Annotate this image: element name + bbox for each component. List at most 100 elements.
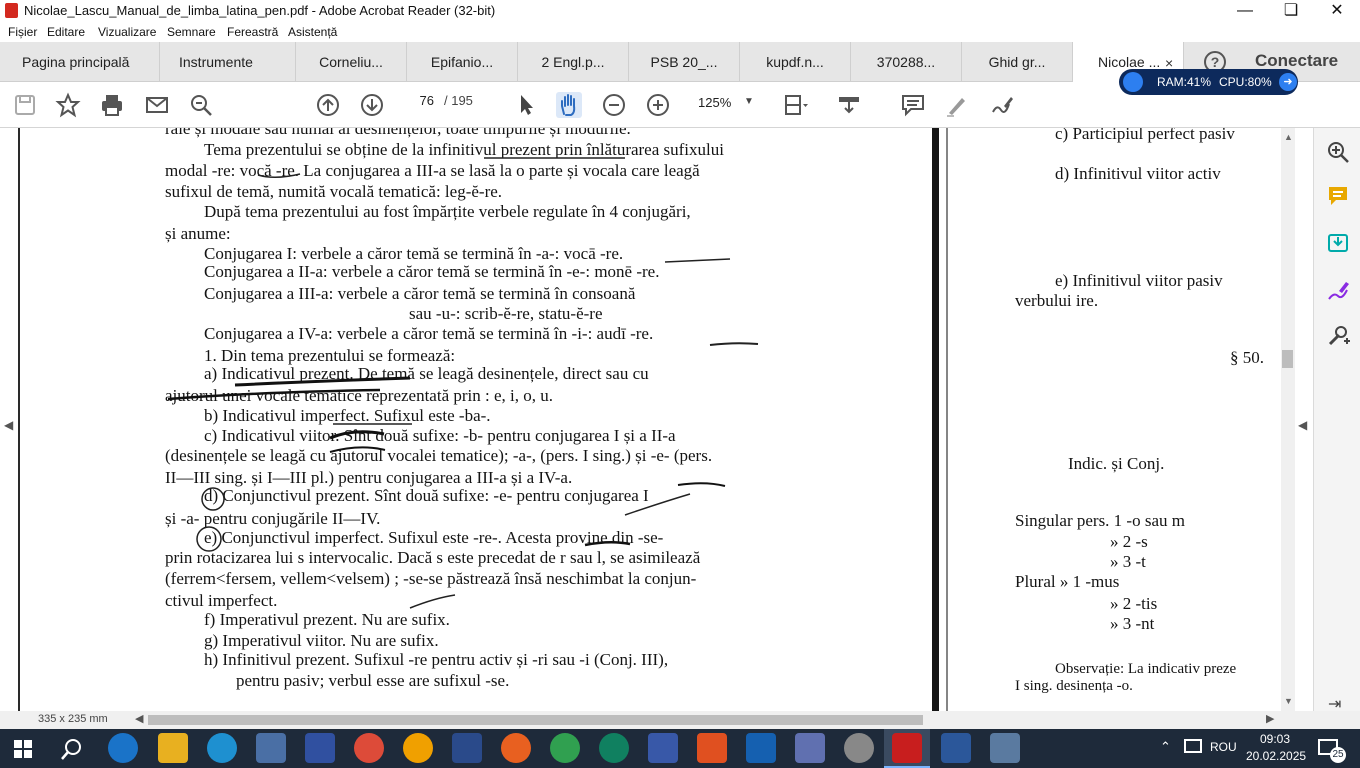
sign-in-button[interactable]: Conectare: [1255, 51, 1338, 71]
next-page-icon[interactable]: [359, 92, 385, 118]
menu-bar: Fișier Editare Vizualizare Semnare Ferea…: [0, 22, 1360, 42]
export-pdf-icon[interactable]: [1326, 231, 1350, 260]
tab-document[interactable]: 2 Engl.p...: [518, 42, 629, 82]
network-icon[interactable]: [1184, 739, 1202, 753]
fill-sign-icon[interactable]: [989, 92, 1015, 118]
text-line: Observație: La indicativ preze: [1055, 661, 1237, 677]
tab-document[interactable]: 370288...: [851, 42, 962, 82]
app-icon[interactable]: [305, 733, 335, 763]
menu-help[interactable]: Asistență: [288, 25, 337, 39]
scroll-down-icon[interactable]: ▼: [1284, 696, 1293, 706]
file-explorer-icon[interactable]: [158, 733, 188, 763]
chrome-browser-icon[interactable]: [354, 733, 384, 763]
menu-view[interactable]: Vizualizare: [98, 25, 156, 39]
cpu-usage: CPU:80%: [1219, 75, 1272, 89]
acrobat-app-icon: [5, 3, 18, 18]
bookmark-star-icon[interactable]: [55, 92, 81, 118]
menu-window[interactable]: Fereastră: [227, 25, 278, 39]
save-icon[interactable]: [12, 92, 38, 118]
text-line: Indic. și Conj.: [1068, 454, 1165, 473]
scrollbar-thumb[interactable]: [1282, 350, 1293, 368]
scroll-left-icon[interactable]: ◀: [135, 712, 143, 725]
menu-edit[interactable]: Editare: [47, 25, 85, 39]
comment-panel-icon[interactable]: [1326, 184, 1350, 213]
page-number-input[interactable]: 76: [410, 93, 434, 108]
tab-document[interactable]: kupdf.n...: [740, 42, 851, 82]
text-line: » 2 -tis: [1110, 594, 1158, 613]
text-line: I sing. desinența -o.: [1015, 678, 1133, 694]
tab-document[interactable]: Corneliu...: [296, 42, 407, 82]
clock-date[interactable]: 20.02.2025: [1246, 749, 1306, 763]
select-cursor-icon[interactable]: [513, 92, 539, 118]
tools-settings-icon[interactable]: [1326, 324, 1350, 353]
chevron-down-icon[interactable]: ▼: [744, 96, 754, 107]
text-line: d) Infinitivul viitor activ: [1055, 164, 1221, 183]
app-icon[interactable]: [746, 733, 776, 763]
acrobat-reader-icon[interactable]: [892, 733, 922, 763]
comment-icon[interactable]: [900, 92, 926, 118]
clock-time[interactable]: 09:03: [1260, 732, 1290, 746]
zoom-in-icon[interactable]: [645, 92, 671, 118]
page-fit-icon[interactable]: [782, 92, 808, 118]
page-total: / 195: [444, 93, 473, 108]
app-icon[interactable]: [452, 733, 482, 763]
tab-document[interactable]: Epifanio...: [407, 42, 518, 82]
windows-taskbar: ⌃ ROU 09:03 20.02.2025 25: [0, 729, 1360, 768]
scroll-right-icon[interactable]: ▶: [1266, 712, 1274, 725]
scan-border-right: [946, 128, 948, 711]
page-size-label: 335 x 235 mm: [38, 713, 108, 725]
zoom-level-select[interactable]: 125%: [698, 95, 731, 110]
print-icon[interactable]: [99, 92, 125, 118]
tray-chevron-up-icon[interactable]: ⌃: [1160, 739, 1171, 755]
scroll-mode-icon[interactable]: [836, 92, 862, 118]
edge-browser-icon[interactable]: [207, 733, 237, 763]
tab-document[interactable]: Ghid gr...: [962, 42, 1073, 82]
text-line: » 2 -s: [1110, 532, 1148, 551]
brave-browser-icon[interactable]: [697, 733, 727, 763]
firefox-browser-icon[interactable]: [501, 733, 531, 763]
media-player-icon[interactable]: [256, 733, 286, 763]
zoom-search-icon[interactable]: [1326, 140, 1350, 169]
word-icon[interactable]: [941, 733, 971, 763]
windows-start-icon[interactable]: [14, 740, 32, 758]
email-icon[interactable]: [144, 92, 170, 118]
text-line: » 3 -t: [1110, 552, 1146, 571]
right-panel-toggle-icon[interactable]: ◀: [1298, 418, 1307, 432]
monitor-icon: [1123, 72, 1143, 92]
minimize-button[interactable]: —: [1222, 0, 1268, 22]
zoom-out-icon[interactable]: [601, 92, 627, 118]
app-icon[interactable]: [403, 733, 433, 763]
vertical-scrollbar[interactable]: [1281, 128, 1295, 711]
left-panel-toggle-icon[interactable]: ◀: [4, 418, 13, 432]
app-icon[interactable]: [550, 733, 580, 763]
hand-tool-icon[interactable]: [556, 92, 582, 118]
text-line: § 50.: [1230, 348, 1264, 367]
input-language[interactable]: ROU: [1210, 740, 1237, 754]
menu-file[interactable]: Fișier: [8, 25, 37, 39]
right-tools-panel: ⇥: [1313, 128, 1360, 713]
tab-home[interactable]: Pagina principală: [0, 42, 160, 82]
tab-tools[interactable]: Instrumente: [160, 42, 296, 82]
highlight-pen-icon[interactable]: [944, 92, 970, 118]
app-icon[interactable]: [599, 733, 629, 763]
app-icon[interactable]: [648, 733, 678, 763]
text-line: e) Infinitivul viitor pasiv: [1055, 271, 1223, 290]
ram-usage: RAM:41%: [1157, 75, 1212, 89]
app-icon[interactable]: [990, 733, 1020, 763]
tab-document[interactable]: PSB 20_...: [629, 42, 740, 82]
maximize-button[interactable]: ❏: [1268, 0, 1314, 22]
app-icon[interactable]: [795, 733, 825, 763]
menu-sign[interactable]: Semnare: [167, 25, 216, 39]
text-line: Plural » 1 -mus: [1015, 572, 1120, 591]
close-window-button[interactable]: ✕: [1314, 0, 1360, 22]
internet-explorer-icon[interactable]: [108, 733, 138, 763]
arrow-right-icon[interactable]: ➜: [1279, 73, 1297, 91]
horizontal-scrollbar-thumb[interactable]: [148, 715, 923, 725]
document-viewer[interactable]: rale și modale sau numai al desinențelor…: [0, 128, 1313, 711]
edit-pdf-icon[interactable]: [1326, 278, 1350, 307]
search-icon[interactable]: [60, 737, 84, 766]
app-icon[interactable]: [844, 733, 874, 763]
previous-page-icon[interactable]: [315, 92, 341, 118]
scroll-up-icon[interactable]: ▲: [1284, 132, 1293, 142]
search-zoom-icon[interactable]: [188, 92, 214, 118]
